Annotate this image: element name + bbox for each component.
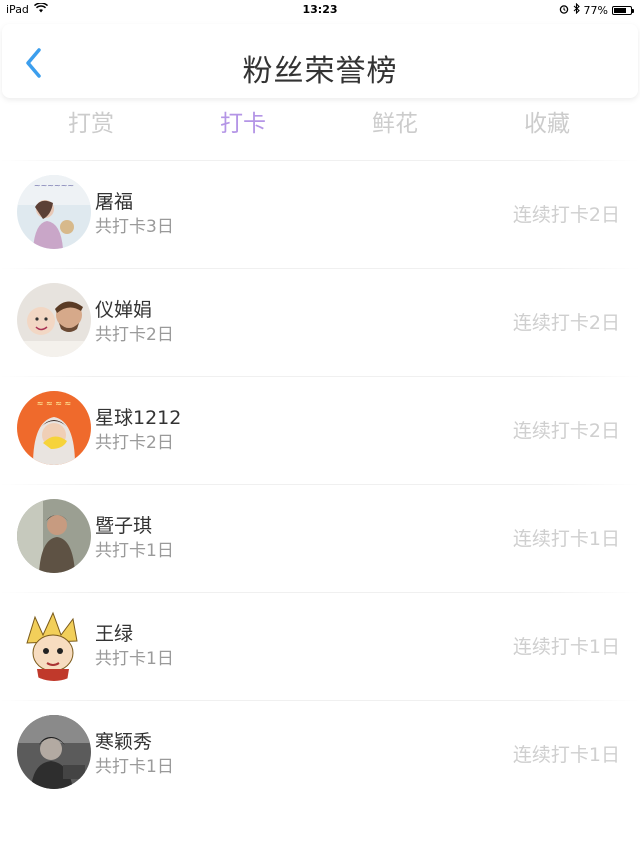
streak-checkins: 连续打卡2日 [512, 312, 620, 334]
page-title: 粉丝荣誉榜 [242, 54, 398, 89]
battery-icon [612, 5, 634, 15]
row-divider [0, 484, 640, 485]
app-screen: iPad 13:23 77% 粉丝荣誉榜 打赏 打卡 鲜花 收藏 ~~~~~~ … [0, 0, 640, 853]
streak-checkins: 连续打卡1日 [512, 636, 620, 658]
list-item[interactable]: ≈ ≈ ≈ ≈ 星球1212 共打卡2日 连续打卡2日 [0, 376, 640, 484]
avatar [17, 499, 91, 573]
streak-checkins: 连续打卡2日 [512, 204, 620, 226]
streak-checkins: 连续打卡1日 [512, 528, 620, 550]
avatar: ~~~~~~ [17, 175, 91, 249]
tab-flowers[interactable]: 鲜花 [335, 104, 455, 138]
tab-reward[interactable]: 打赏 [31, 104, 151, 138]
bluetooth-icon [573, 2, 580, 17]
status-right: 77% [559, 2, 634, 17]
status-time: 13:23 [302, 3, 338, 16]
user-name: 屠福 [95, 191, 134, 213]
total-checkins: 共打卡3日 [95, 217, 174, 237]
tab-checkin[interactable]: 打卡 [183, 104, 303, 138]
total-checkins: 共打卡2日 [95, 325, 174, 345]
list-item[interactable]: 寒颖秀 共打卡1日 连续打卡1日 [0, 700, 640, 808]
user-name: 仪婵娟 [95, 299, 153, 321]
streak-checkins: 连续打卡1日 [512, 744, 620, 766]
total-checkins: 共打卡2日 [95, 433, 174, 453]
list-item[interactable]: 仪婵娟 共打卡2日 连续打卡2日 [0, 268, 640, 376]
battery-fill [614, 7, 626, 13]
avatar: ≈ ≈ ≈ ≈ [17, 391, 91, 465]
total-checkins: 共打卡1日 [95, 757, 174, 777]
user-name: 寒颖秀 [95, 731, 153, 753]
row-divider [0, 160, 640, 161]
row-divider [0, 700, 640, 701]
user-name: 星球1212 [95, 407, 182, 429]
avatar [17, 715, 91, 789]
user-name: 暨子琪 [95, 515, 153, 537]
tab-bar: 打赏 打卡 鲜花 收藏 [0, 104, 640, 140]
nav-bar: 粉丝荣誉榜 [2, 24, 638, 98]
status-bar: iPad 13:23 77% [0, 0, 640, 20]
row-divider [0, 592, 640, 593]
alarm-icon [559, 4, 569, 17]
list-item[interactable]: 暨子琪 共打卡1日 连续打卡1日 [0, 484, 640, 592]
avatar [17, 283, 91, 357]
tab-favorites[interactable]: 收藏 [487, 104, 607, 138]
streak-checkins: 连续打卡2日 [512, 420, 620, 442]
total-checkins: 共打卡1日 [95, 541, 174, 561]
battery-percent: 77% [583, 3, 608, 17]
svg-text:~~~~~~: ~~~~~~ [34, 181, 74, 190]
svg-text:≈ ≈ ≈ ≈: ≈ ≈ ≈ ≈ [37, 399, 71, 408]
row-divider [0, 376, 640, 377]
avatar [17, 607, 91, 681]
total-checkins: 共打卡1日 [95, 649, 174, 669]
user-name: 王绿 [95, 623, 134, 645]
row-divider [0, 268, 640, 269]
list-item[interactable]: 王绿 共打卡1日 连续打卡1日 [0, 592, 640, 700]
list-item[interactable]: ~~~~~~ 屠福 共打卡3日 连续打卡2日 [0, 160, 640, 268]
